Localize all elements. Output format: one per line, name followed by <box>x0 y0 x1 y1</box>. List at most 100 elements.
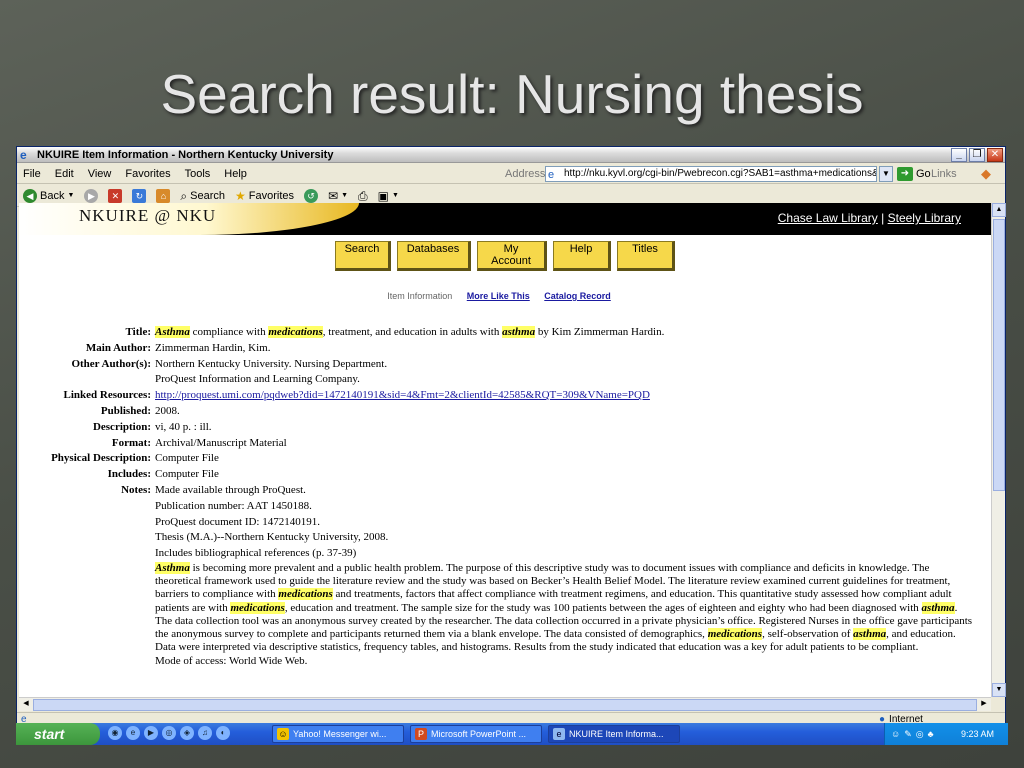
stop-icon: ✕ <box>108 188 123 203</box>
slide-title: Search result: Nursing thesis <box>160 63 864 125</box>
site-logo[interactable]: NKUIRE @ NKU <box>79 206 216 226</box>
record-value: Thesis (M.A.)--Northern Kentucky Univers… <box>155 531 389 544</box>
record-row-abstract: Asthma is becoming more prevalent and a … <box>19 561 979 654</box>
menu-help[interactable]: Help <box>224 164 247 184</box>
minimize-icon[interactable]: _ <box>951 148 967 162</box>
record-value: ProQuest Information and Learning Compan… <box>155 373 360 386</box>
record-row-other-authors: Other Author(s): Northern Kentucky Unive… <box>19 357 979 373</box>
record-value: Asthma compliance with medications, trea… <box>151 325 979 341</box>
title-text: by Kim Zimmerman Hardin. <box>535 326 665 338</box>
record-row-description: Description: vi, 40 p. : ill. <box>19 420 979 436</box>
window-title: NKUIRE Item Information - Northern Kentu… <box>37 149 334 161</box>
address-dropdown-icon[interactable]: ▼ <box>879 166 893 182</box>
system-tray: ☺✎◎♣ 9:23 AM <box>884 723 1008 745</box>
home-icon: ⌂ <box>156 188 171 203</box>
go-button[interactable]: ➜ Go <box>897 166 931 182</box>
record-label: Format: <box>111 436 151 449</box>
clock: 9:23 AM <box>960 729 994 739</box>
scroll-right-icon[interactable]: ▶ <box>977 698 991 711</box>
task-label: NKUIRE Item Informa... <box>569 729 664 739</box>
record-label <box>19 372 151 388</box>
linked-resource-link[interactable]: http://proquest.umi.com/pqdweb?did=14721… <box>155 389 650 401</box>
record-label: Main Author: <box>85 341 151 354</box>
nav-titles-button[interactable]: Titles <box>617 241 675 271</box>
nav-help-button[interactable]: Help <box>553 241 611 271</box>
nav-search-button[interactable]: Search <box>335 241 391 271</box>
horizontal-scrollbar[interactable]: ◀ ▶ <box>19 697 991 711</box>
go-arrow-icon: ➜ <box>897 167 913 181</box>
page-content: NKUIRE @ NKU Chase Law Library | Steely … <box>19 203 991 697</box>
refresh-icon: ↻ <box>132 188 147 203</box>
record-label: Linked Resources: <box>63 389 152 402</box>
task-yahoo-messenger[interactable]: ☺ Yahoo! Messenger wi... <box>272 725 404 743</box>
search-highlight: asthma <box>853 627 887 640</box>
taskbar: start ◉ e ▶ ◎ ◈ ♫ ◐ ☺ Yahoo! Messenger w… <box>16 723 1008 745</box>
quick-launch-icon[interactable]: e <box>126 726 140 740</box>
record-table: Title: Asthma compliance with medication… <box>19 325 979 670</box>
title-text: compliance with <box>189 326 269 338</box>
record-label: Description: <box>92 420 151 433</box>
address-label: Address <box>505 168 546 180</box>
hscroll-thumb[interactable] <box>33 699 977 711</box>
yahoo-icon: ☺ <box>277 728 289 740</box>
task-nkuire-browser[interactable]: e NKUIRE Item Informa... <box>548 725 680 743</box>
nav-my-account-button[interactable]: My Account <box>477 241 547 271</box>
chase-law-library-link[interactable]: Chase Law Library <box>778 211 878 225</box>
menu-tools[interactable]: Tools <box>185 164 211 184</box>
nav-databases-button[interactable]: Databases <box>397 241 471 271</box>
record-label: Published: <box>100 404 151 417</box>
quick-launch-icon[interactable]: ◎ <box>162 726 176 740</box>
site-banner: NKUIRE @ NKU Chase Law Library | Steely … <box>19 203 991 235</box>
tab-catalog-record[interactable]: Catalog Record <box>544 291 611 301</box>
record-value: Computer File <box>155 468 219 481</box>
steely-library-link[interactable]: Steely Library <box>888 211 961 225</box>
link-separator: | <box>881 211 885 225</box>
close-icon[interactable]: ✕ <box>987 148 1003 162</box>
quick-launch-icon[interactable]: ◈ <box>180 726 194 740</box>
quick-launch-icon[interactable]: ▶ <box>144 726 158 740</box>
maximize-icon[interactable]: ❐ <box>969 148 985 162</box>
record-value: vi, 40 p. : ill. <box>155 420 212 433</box>
search-highlight: medications <box>268 326 323 338</box>
quick-launch-icon[interactable]: ◉ <box>108 726 122 740</box>
record-value: Computer File <box>155 452 219 465</box>
browser-window: e NKUIRE Item Information - Northern Ken… <box>16 146 1006 744</box>
record-row-format: Format: Archival/Manuscript Material <box>19 436 979 452</box>
quick-launch-icon[interactable]: ◐ <box>216 726 230 740</box>
menu-file[interactable]: File <box>23 164 41 184</box>
search-highlight: medications <box>278 588 333 601</box>
tab-item-information: Item Information <box>387 291 453 301</box>
links-label[interactable]: Links <box>931 164 957 184</box>
tray-icons[interactable]: ☺✎◎♣ <box>891 723 938 745</box>
search-highlight: medications <box>230 601 285 614</box>
scroll-thumb[interactable] <box>993 219 1005 491</box>
record-row-note: Thesis (M.A.)--Northern Kentucky Univers… <box>19 530 979 546</box>
scroll-down-icon[interactable]: ▼ <box>992 683 1006 697</box>
search-highlight: asthma <box>502 326 536 338</box>
ie-icon: e <box>553 728 565 740</box>
search-highlight: medications <box>707 627 763 640</box>
task-label: Microsoft PowerPoint ... <box>431 729 527 739</box>
record-value: Includes bibliographical references (p. … <box>155 547 357 560</box>
record-value: Zimmerman Hardin, Kim. <box>155 341 271 354</box>
search-highlight: Asthma <box>155 326 190 338</box>
address-input[interactable]: e http://nku.kyvl.org/cgi-bin/Pwebrecon.… <box>545 166 877 182</box>
start-button[interactable]: start <box>16 723 100 745</box>
window-titlebar[interactable]: e NKUIRE Item Information - Northern Ken… <box>17 147 1005 163</box>
scroll-left-icon[interactable]: ◀ <box>19 698 33 711</box>
vertical-scrollbar[interactable]: ▲ ▼ <box>991 203 1006 697</box>
menu-favorites[interactable]: Favorites <box>125 164 170 184</box>
title-text: , treatment, and education in adults wit… <box>322 326 503 338</box>
record-label: Includes: <box>107 468 151 481</box>
record-row-title: Title: Asthma compliance with medication… <box>19 325 979 341</box>
nav-buttons: Search Databases My Account Help Titles <box>19 241 991 271</box>
menu-edit[interactable]: Edit <box>55 164 74 184</box>
windows-logo-icon: ◆ <box>981 166 991 181</box>
task-powerpoint[interactable]: P Microsoft PowerPoint ... <box>410 725 542 743</box>
quick-launch-icon[interactable]: ♫ <box>198 726 212 740</box>
back-arrow-icon: ◀ <box>23 188 37 203</box>
go-label: Go <box>916 168 931 180</box>
scroll-up-icon[interactable]: ▲ <box>992 203 1006 217</box>
tab-more-like-this[interactable]: More Like This <box>467 291 530 301</box>
menu-view[interactable]: View <box>88 164 112 184</box>
